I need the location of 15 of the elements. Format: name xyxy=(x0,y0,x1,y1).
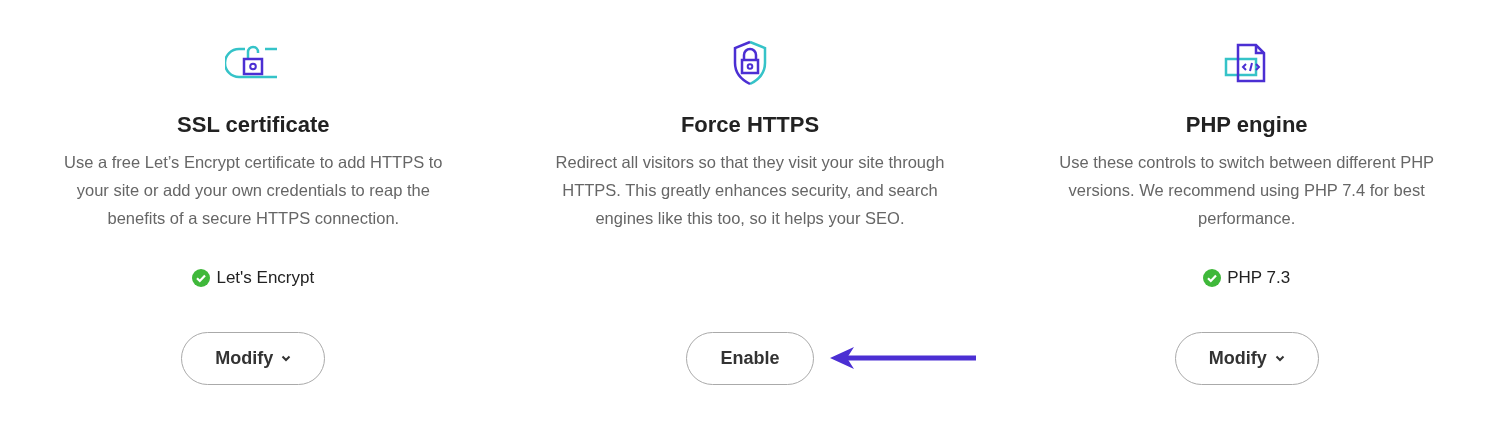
feature-description: Use these controls to switch between different PHP versions. We recommend using PHP 7.4 for best performance. xyxy=(1058,152,1436,229)
action-button[interactable]: Enable xyxy=(686,332,814,385)
feature-title: PHP engine xyxy=(1185,111,1308,139)
feature-title: SSL certificate xyxy=(177,111,330,139)
caret-icon xyxy=(281,355,292,362)
feature-description: Use a free Let’s Encrypt certificate to add HTTPS to your site or add your own credentials to reap the benefits of a secure HTTPS connection. xyxy=(63,152,444,229)
feature-title: Force HTTPS xyxy=(680,111,820,139)
status-label: Let's Encrypt xyxy=(216,268,315,288)
caret-icon xyxy=(1274,355,1285,362)
check-circle-icon xyxy=(1203,269,1222,287)
feature-description: Redirect all visitors so that they visit your site through HTTPS. This greatly enhances security, and search engines like this too, so it helps your SEO. xyxy=(554,152,946,229)
check-circle-icon xyxy=(192,269,211,287)
action-button[interactable]: Modify xyxy=(1174,332,1319,385)
action-button[interactable]: Modify xyxy=(181,332,326,385)
status-label: PHP 7.3 xyxy=(1227,268,1291,288)
